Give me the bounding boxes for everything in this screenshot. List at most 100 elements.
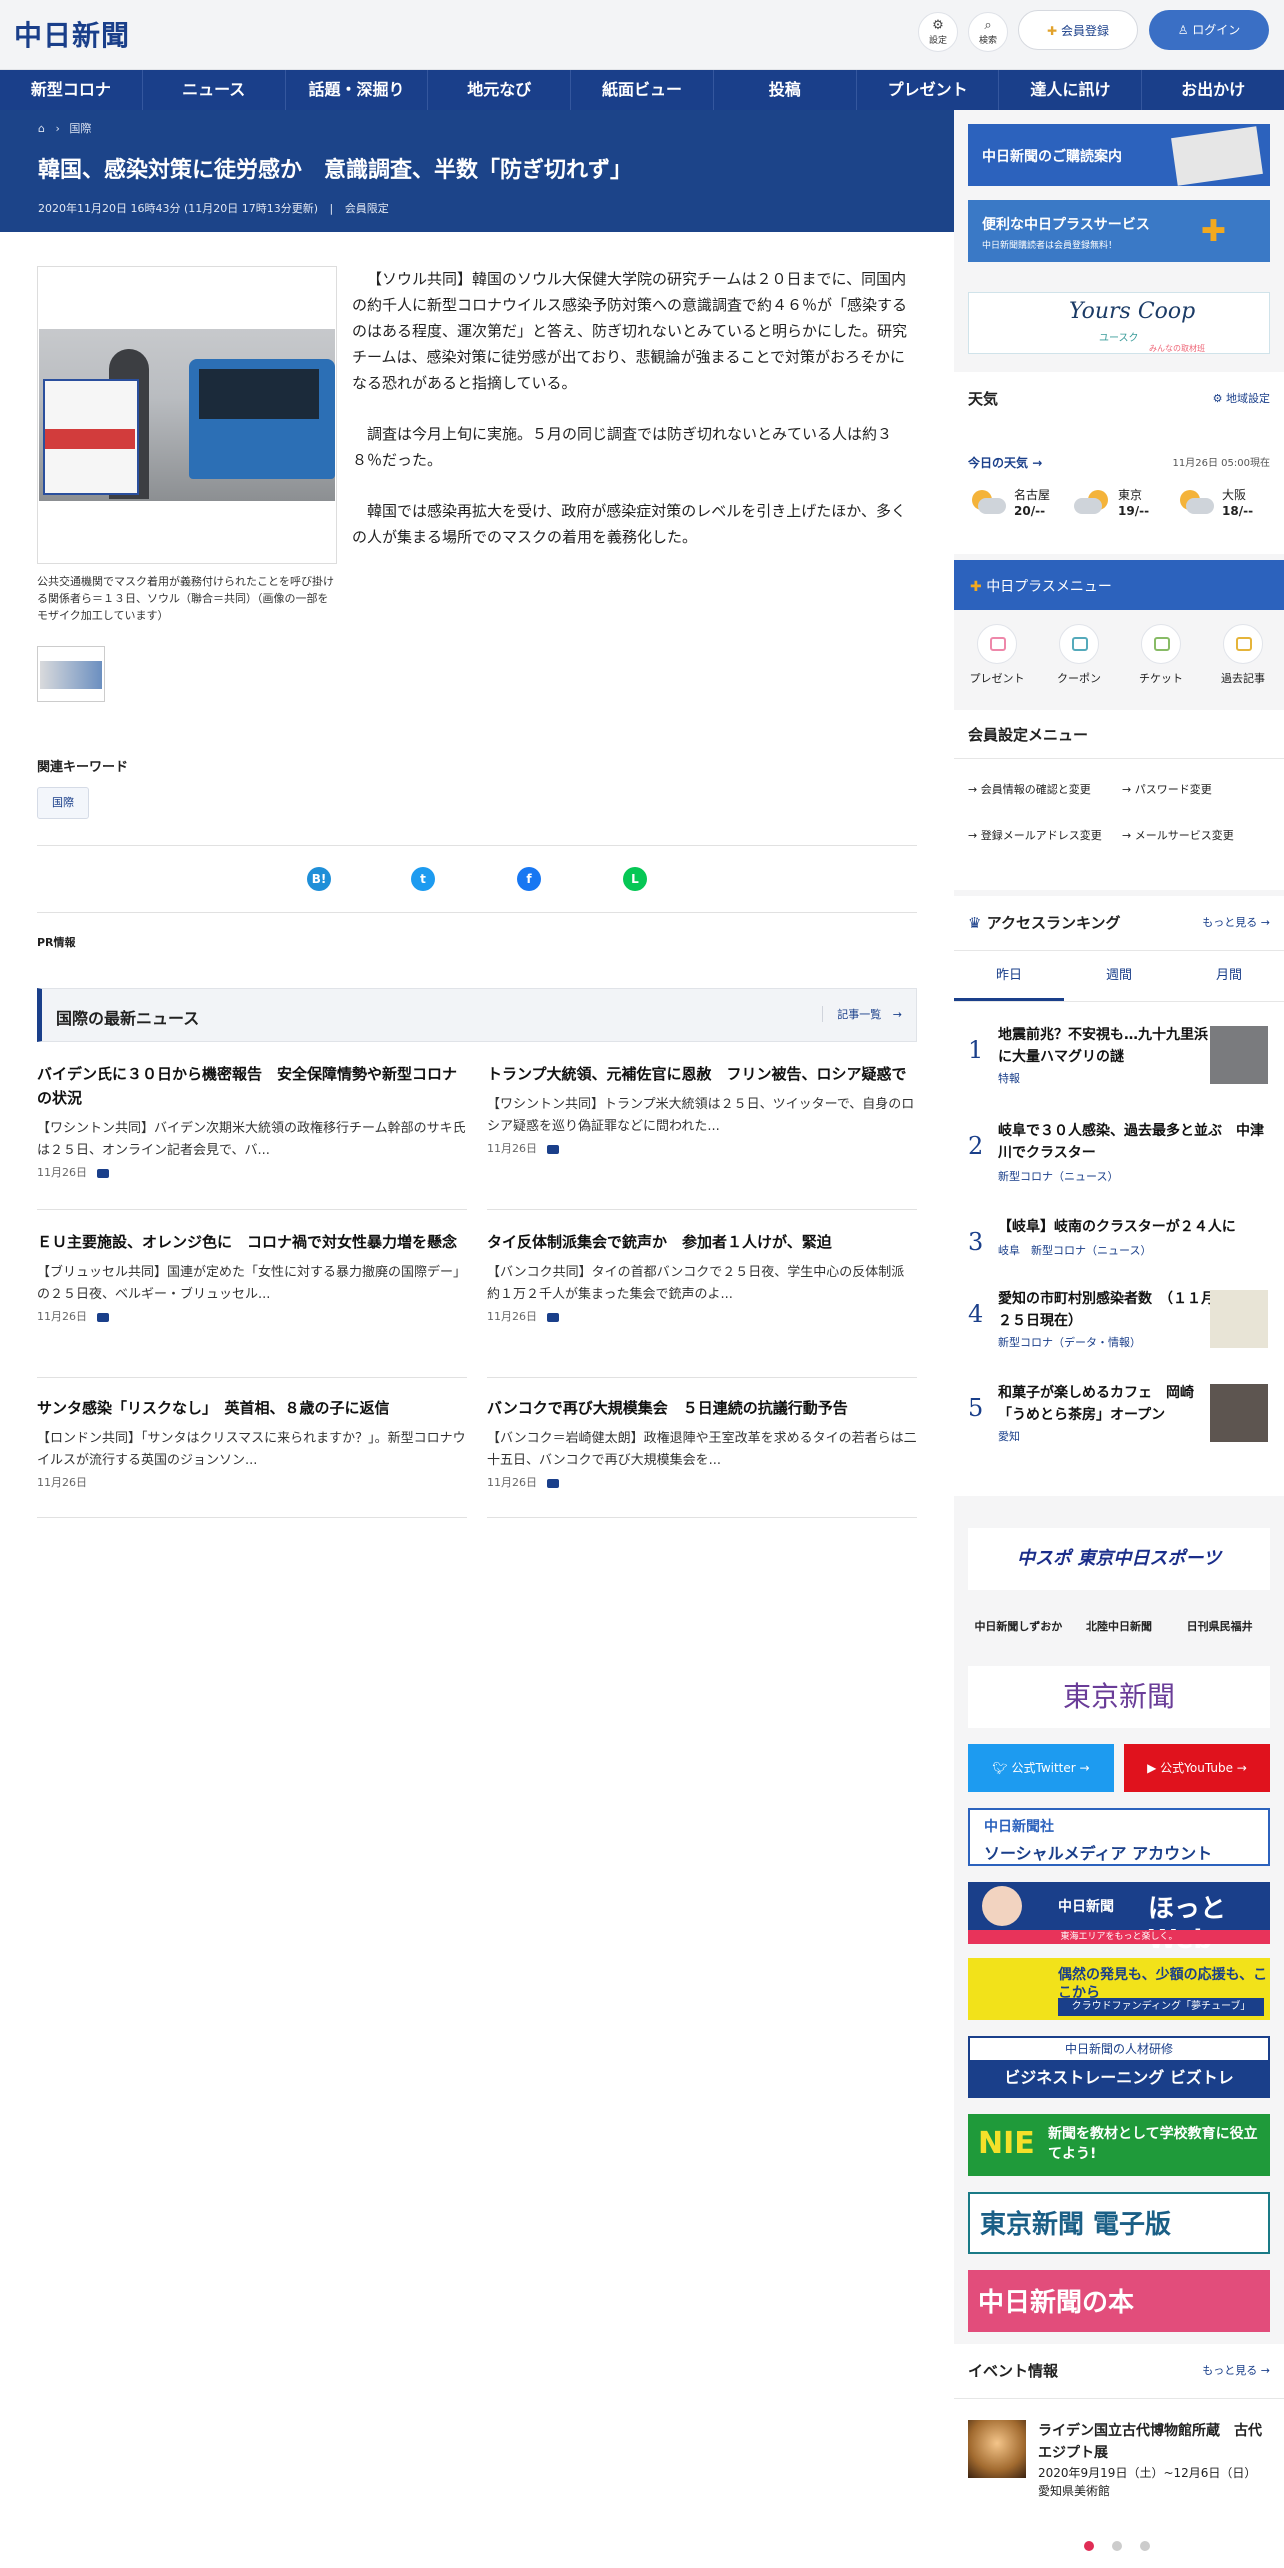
nie-banner[interactable]: NIE 新聞を教材として学校教育に役立てよう! [968,2114,1270,2176]
search-button[interactable]: ⌕ 検索 [968,12,1008,52]
news-card[interactable]: ＥＵ主要施設、オレンジ色に コロナ禍で対女性暴力増を懸念 【ブリュッセル共同】国… [37,1230,467,1378]
news-desc: 【ロンドン共同】「サンタはクリスマスに来られますか？」。新型コロナウイルスが流行… [37,1431,466,1468]
weather-city[interactable]: 大阪 18/-- [1176,486,1276,526]
twitter-icon[interactable]: t [411,867,435,891]
ranking-more-link[interactable]: もっと見る → [1202,914,1270,930]
nav-item-topics[interactable]: 話題・深掘り [286,70,429,110]
article-photo[interactable] [39,329,335,501]
nav-item-post[interactable]: 投稿 [714,70,857,110]
tab-monthly[interactable]: 月間 [1174,951,1284,1001]
carousel-dot[interactable] [1112,2541,1122,2551]
news-title[interactable]: タイ反体制派集会で銃声か 参加者１人けが、緊迫 [487,1230,917,1254]
member-menu-item[interactable]: → 会員情報の確認と変更 [968,782,1091,798]
sun-cloud-icon [1176,490,1216,516]
register-button[interactable]: ✚ 会員登録 [1018,10,1138,50]
ranking-title: 【岐阜】岐南のクラスターが２４人に [998,1219,1236,1235]
events-more-link[interactable]: もっと見る → [1202,2362,1270,2378]
nav-item-experts[interactable]: 達人に訊け [999,70,1143,110]
event-thumbnail[interactable] [968,2420,1026,2478]
ranking-item[interactable]: 4 愛知の市町村別感染者数 （１１月２５日現在） 新型コロナ（データ・情報） [954,1280,1284,1356]
carousel-dot[interactable] [1140,2541,1150,2551]
ranking-item[interactable]: 1 地震前兆？不安視も…九十九里浜に大量ハマグリの謎 特報 [954,1016,1284,1092]
news-card[interactable]: サンタ感染「リスクなし」 英首相、８歳の子に返信 【ロンドン共同】「サンタはクリ… [37,1396,467,1518]
photo-thumbnail[interactable] [37,646,105,702]
news-title[interactable]: サンタ感染「リスクなし」 英首相、８歳の子に返信 [37,1396,467,1420]
line-icon[interactable]: L [623,867,647,891]
plus-menu-ticket[interactable]: チケット [1120,624,1202,686]
ranking-title: 地震前兆？不安視も…九十九里浜に大量ハマグリの謎 [998,1027,1208,1065]
plus-menu-archive[interactable]: 過去記事 [1202,624,1284,686]
news-date: 11月26日 [37,1476,87,1489]
camera-icon [97,1168,109,1178]
subscription-banner[interactable]: 中日新聞のご購読案内 [968,124,1270,186]
article-photo-frame[interactable] [37,266,337,564]
member-menu-item[interactable]: → パスワード変更 [1122,782,1212,798]
ranking-thumbnail [1210,1026,1268,1084]
plus-menu-header: ✚ 中日プラスメニュー [954,560,1284,610]
region-setting-link[interactable]: ⚙ 地域設定 [1213,390,1270,406]
member-menu-item[interactable]: → メールサービス変更 [1122,828,1234,844]
youtube-button[interactable]: ▶ 公式YouTube → [1124,1744,1270,1792]
twitter-button[interactable]: 🐦︎ 公式Twitter → [968,1744,1114,1792]
nav-item-outing[interactable]: お出かけ [1142,70,1284,110]
ranking-item[interactable]: 2 岐阜で３０人感染、過去最多と並ぶ 中津川でクラスター 新型コロナ（ニュース） [954,1112,1284,1188]
keyword-tag[interactable]: 国際 [37,787,89,819]
weather-city[interactable]: 東京 19/-- [1072,486,1172,526]
nav-item-paper-view[interactable]: 紙面ビュー [571,70,714,110]
event-title[interactable]: ライデン国立古代博物館所蔵 古代エジプト展 [1038,2420,1268,2464]
news-title[interactable]: バイデン氏に３０日から機密報告 安全保障情勢や新型コロナの状況 [37,1062,467,1110]
chuspo-banner[interactable]: 中スポ 東京中日スポーツ [968,1528,1270,1590]
chunichi-books-banner[interactable]: 中日新聞の本 [968,2270,1270,2332]
article-body: 【ソウル共同】韓国のソウル大保健大学院の研究チームは２０日までに、同国内の約千人… [352,266,912,575]
member-menu-item[interactable]: → 登録メールアドレス変更 [968,828,1116,844]
news-date: 11月26日 [37,1310,87,1323]
camera-icon [547,1144,559,1154]
today-weather-link[interactable]: 今日の天気 → [968,454,1042,471]
link-shizuoka[interactable]: 中日新聞しずおか [968,1610,1069,1644]
member-menu-title: 会員設定メニュー [968,726,1089,744]
camera-icon [547,1478,559,1488]
news-card[interactable]: バンコクで再び大規模集会 ５日連続の抗議行動予告 【バンコク＝岩崎健太朗】政権退… [487,1396,917,1518]
social-accounts-banner[interactable]: 中日新聞社 ソーシャルメディア アカウント [968,1808,1270,1866]
tab-yesterday[interactable]: 昨日 [954,951,1064,1001]
news-card[interactable]: トランプ大統領、元補佐官に恩赦 フリン被告、ロシア疑惑で 【ワシントン共同】トラ… [487,1062,917,1210]
carousel-dot[interactable] [1084,2541,1094,2551]
weather-city[interactable]: 名古屋 20/-- [968,486,1068,526]
home-icon[interactable]: ⌂ [38,122,52,135]
tokyo-digital-banner[interactable]: 東京新聞 電子版 [968,2192,1270,2254]
access-ranking: ♛ アクセスランキング もっと見る → 昨日 週間 月間 1 地震前兆？不安視も… [954,896,1284,1496]
breadcrumb-category[interactable]: 国際 [69,122,91,135]
facebook-icon[interactable]: f [517,867,541,891]
nav-item-covid[interactable]: 新型コロナ [0,70,143,110]
biztore-banner[interactable]: 中日新聞の人材研修 ビジネストレーニング ビズトレ [968,2036,1270,2098]
news-title[interactable]: バンコクで再び大規模集会 ５日連続の抗議行動予告 [487,1396,917,1420]
settings-button[interactable]: ⚙ 設定 [918,12,958,52]
site-logo[interactable]: 中日新聞 [14,14,130,54]
news-card[interactable]: タイ反体制派集会で銃声か 参加者１人けが、緊迫 【バンコク共同】タイの首都バンコ… [487,1230,917,1378]
hatena-icon[interactable]: B! [307,867,331,891]
camera-icon [97,1312,109,1322]
yours-coop-banner[interactable]: Yours Coop ユースク みんなの取材班 [968,292,1270,354]
nav-item-present[interactable]: プレゼント [857,70,1000,110]
ranking-item[interactable]: 3 【岐阜】岐南のクラスターが２４人に 岐阜 新型コロナ（ニュース） [954,1208,1284,1264]
nav-item-local[interactable]: 地元なび [428,70,572,110]
news-title[interactable]: ＥＵ主要施設、オレンジ色に コロナ禍で対女性暴力増を懸念 [37,1230,467,1254]
login-button[interactable]: ♙ ログイン [1149,10,1269,50]
plus-menu-present[interactable]: プレゼント [956,624,1038,686]
link-fukui[interactable]: 日刊県民福井 [1169,1610,1270,1644]
crowdfunding-banner[interactable]: 偶然の発見も、少額の応援も、ここから クラウドファンディング「夢チューブ」 [968,1958,1270,2020]
ranking-item[interactable]: 5 和菓子が楽しめるカフェ 岡崎「うめとら茶房」オープン 愛知 [954,1374,1284,1450]
link-hokuriku[interactable]: 北陸中日新聞 [1069,1610,1170,1644]
login-label: ログイン [1192,23,1241,37]
article-list-link[interactable]: 記事一覧 → [822,1006,902,1022]
tokyo-shimbun-banner[interactable]: 東京新聞 [968,1666,1270,1728]
plus-service-banner[interactable]: 便利な中日プラスサービス 中日新聞購読者は会員登録無料！ ✚ [968,200,1270,262]
plus-menu-coupon[interactable]: クーポン [1038,624,1120,686]
hotto-web-banner[interactable]: 中日新聞 ほっと Web 東海エリアをもっと楽しく。 [968,1882,1270,1955]
article-meta: 2020年11月20日 16時43分 (11月20日 17時13分更新) | 会… [38,202,389,215]
latest-news-title: 国際の最新ニュース [56,1009,200,1028]
tab-weekly[interactable]: 週間 [1064,951,1174,1001]
news-card[interactable]: バイデン氏に３０日から機密報告 安全保障情勢や新型コロナの状況 【ワシントン共同… [37,1062,467,1210]
news-title[interactable]: トランプ大統領、元補佐官に恩赦 フリン被告、ロシア疑惑で [487,1062,917,1086]
nav-item-news[interactable]: ニュース [143,70,286,110]
